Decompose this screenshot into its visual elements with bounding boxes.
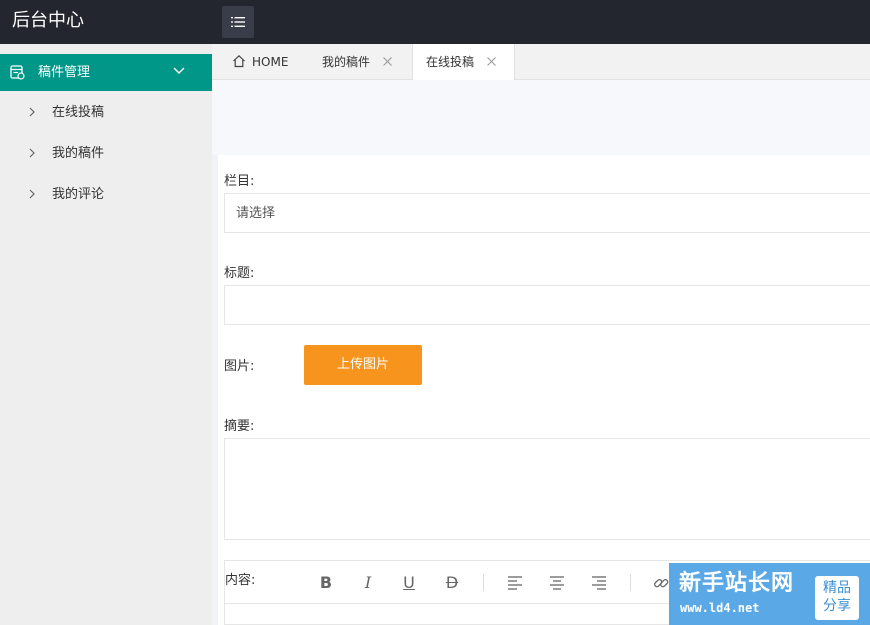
top-header: 后台中心 xyxy=(0,0,870,44)
sidebar-item-label: 在线投稿 xyxy=(52,105,105,120)
toolbar-separator xyxy=(483,574,484,591)
home-icon xyxy=(233,54,245,68)
bold-icon[interactable]: B xyxy=(316,573,336,593)
tab-bar: HOME 我的稿件 在线投稿 xyxy=(212,44,870,80)
align-right-icon[interactable] xyxy=(589,573,609,593)
watermark-title: 新手站长网 xyxy=(679,571,795,596)
category-select[interactable]: 请选择 xyxy=(224,193,870,233)
sidebar-item-label: 我的稿件 xyxy=(52,146,105,161)
chevron-right-icon xyxy=(29,189,35,199)
content-label: 内容: xyxy=(225,573,256,588)
strikethrough-icon[interactable]: D xyxy=(442,573,462,593)
tab-home[interactable]: HOME xyxy=(212,44,308,80)
title-label: 标题: xyxy=(224,266,255,281)
align-left-icon[interactable] xyxy=(505,573,525,593)
align-center-icon[interactable] xyxy=(547,573,567,593)
watermark-badge-line1: 精品 xyxy=(823,580,851,596)
summary-textarea[interactable] xyxy=(224,438,870,540)
content-gutter xyxy=(212,155,218,625)
sidebar-item-my-comments[interactable]: 我的评论 xyxy=(0,176,212,213)
close-icon[interactable] xyxy=(382,56,393,67)
watermark-badge: 精品 分享 xyxy=(815,576,859,620)
watermark-badge-line2: 分享 xyxy=(823,598,851,614)
manuscript-icon xyxy=(10,65,25,80)
menu-list-icon xyxy=(231,17,245,27)
sidebar-item-label: 我的评论 xyxy=(52,187,105,202)
title-input[interactable] xyxy=(224,285,870,325)
tab-my-manuscripts[interactable]: 我的稿件 xyxy=(308,44,412,80)
category-label: 栏目: xyxy=(224,174,255,189)
category-select-placeholder: 请选择 xyxy=(236,206,276,221)
chevron-down-icon xyxy=(173,67,185,74)
upload-image-button[interactable]: 上传图片 xyxy=(304,345,422,385)
sidebar: 稿件管理 在线投稿 我的稿件 我的评论 xyxy=(0,44,212,625)
tab-label: 我的稿件 xyxy=(322,55,371,69)
chevron-right-icon xyxy=(29,148,35,158)
italic-icon[interactable]: I xyxy=(358,573,378,593)
toolbar-separator xyxy=(630,574,631,591)
image-label: 图片: xyxy=(224,359,255,374)
watermark: 新手站长网 www.ld4.net 精品 分享 xyxy=(669,563,870,625)
sidebar-group-manuscript[interactable]: 稿件管理 xyxy=(0,54,212,91)
tab-label: HOME xyxy=(252,55,289,69)
tab-label: 在线投稿 xyxy=(426,55,475,69)
link-icon[interactable] xyxy=(651,573,671,593)
app-logo: 后台中心 xyxy=(12,10,84,31)
sidebar-item-submit-online[interactable]: 在线投稿 xyxy=(0,94,212,131)
underline-icon[interactable]: U xyxy=(399,573,419,593)
summary-label: 摘要: xyxy=(224,419,255,434)
menu-toggle-button[interactable] xyxy=(222,6,254,38)
chevron-right-icon xyxy=(29,107,35,117)
close-icon[interactable] xyxy=(486,56,497,67)
watermark-url: www.ld4.net xyxy=(680,601,760,615)
content-header-area xyxy=(212,80,870,155)
sidebar-group-label: 稿件管理 xyxy=(38,65,91,80)
tab-submit-online[interactable]: 在线投稿 xyxy=(412,44,515,80)
sidebar-item-my-manuscripts[interactable]: 我的稿件 xyxy=(0,135,212,172)
